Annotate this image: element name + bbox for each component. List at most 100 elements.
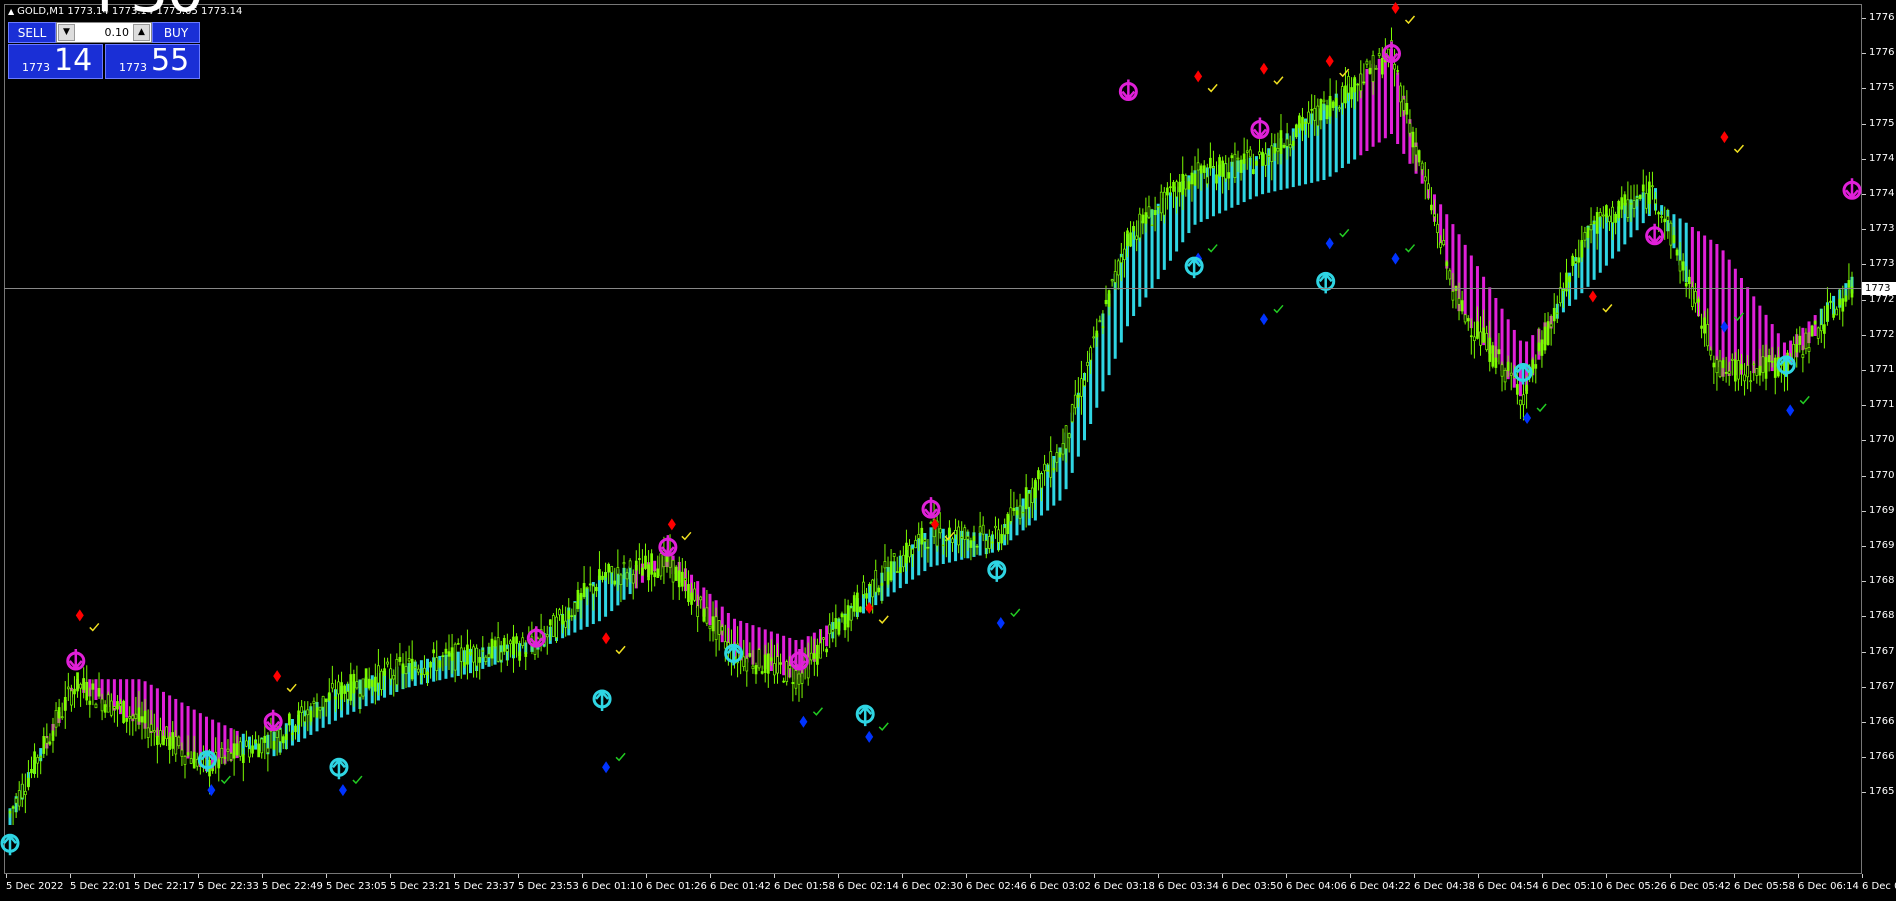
- candle-body: [595, 587, 598, 592]
- candle-body: [938, 528, 942, 534]
- candle-body: [327, 692, 331, 701]
- candle-body: [1654, 198, 1657, 205]
- candle-body: [1743, 374, 1746, 382]
- candle-body: [610, 566, 614, 573]
- candle-body: [585, 587, 589, 589]
- time-tick: [1606, 874, 1607, 878]
- candle-body: [1334, 97, 1338, 107]
- price-tick: [1862, 18, 1866, 19]
- candle-body: [1657, 212, 1660, 215]
- collapse-triangle-icon[interactable]: ▲: [8, 7, 14, 16]
- candle-body: [1070, 404, 1074, 423]
- candle-body: [723, 641, 727, 649]
- candle-body: [398, 657, 402, 662]
- candle-body: [134, 713, 138, 719]
- candle-body: [235, 743, 239, 756]
- candle-body: [776, 656, 779, 674]
- candle-body: [149, 724, 153, 732]
- candle-body: [791, 682, 795, 685]
- time-tick: [1670, 874, 1671, 878]
- sell-price-button[interactable]: 1773 14: [8, 43, 103, 79]
- candle-body: [766, 653, 770, 674]
- buy-price-button[interactable]: 1773 55: [105, 43, 200, 79]
- buy-button[interactable]: BUY: [152, 22, 200, 43]
- candle-body: [499, 651, 503, 661]
- candle-body: [51, 730, 55, 741]
- candle-body: [984, 540, 988, 549]
- candle-body: [226, 748, 230, 752]
- time-label: 6 Dec 04:22: [1350, 881, 1411, 892]
- candle-body: [1829, 300, 1832, 303]
- candle-body: [1224, 163, 1228, 180]
- candle-body: [1190, 172, 1194, 185]
- candle-body: [1405, 103, 1409, 115]
- price-label: 1775: [1869, 82, 1895, 94]
- candle-body: [558, 609, 561, 616]
- candle-body: [1132, 225, 1135, 232]
- candle-body: [1003, 527, 1007, 536]
- candle-body: [1552, 307, 1556, 322]
- candle-body: [459, 647, 463, 662]
- red-diamond-marker: [1720, 131, 1729, 144]
- price-axis[interactable]: 1776 1776 1775 1775 1774 1774 1773 1773 1772 1772…: [1862, 0, 1896, 874]
- time-tick: [1862, 874, 1863, 878]
- time-label: 6 Dec 06:14: [1798, 881, 1859, 892]
- candle-body: [524, 652, 528, 657]
- price-chart[interactable]: [0, 0, 1862, 874]
- candle-body: [321, 695, 325, 708]
- candle-body: [1288, 144, 1292, 149]
- candle-body: [831, 629, 835, 633]
- candle-body: [763, 654, 767, 674]
- time-tick: [454, 874, 455, 878]
- candle-body: [1580, 240, 1584, 258]
- time-label: 6 Dec 01:58: [774, 881, 835, 892]
- lot-decrease-icon[interactable]: ▼: [58, 24, 75, 41]
- candle-body: [1178, 181, 1182, 193]
- lot-size-input[interactable]: [77, 23, 129, 42]
- candle-body: [447, 651, 451, 657]
- price-tick: [1862, 686, 1866, 688]
- candle-body: [490, 638, 494, 659]
- candle-body: [515, 636, 518, 644]
- candle-body: [619, 574, 623, 585]
- sell-button[interactable]: SELL: [8, 22, 56, 43]
- candle-body: [1473, 336, 1476, 342]
- candle-body: [97, 688, 101, 697]
- candle-body: [370, 680, 374, 687]
- candle-body: [481, 650, 485, 652]
- candle-body: [702, 609, 706, 622]
- price-tick: [1862, 510, 1866, 512]
- candle-body: [1052, 467, 1056, 471]
- candle-body: [1522, 394, 1525, 405]
- price-tick: [1862, 299, 1866, 301]
- candle-body: [607, 563, 611, 573]
- candle-body: [502, 637, 506, 652]
- candle-body: [1816, 327, 1820, 339]
- lot-increase-icon[interactable]: ▲: [133, 24, 150, 41]
- candle-body: [687, 584, 690, 603]
- candle-body: [898, 567, 902, 574]
- candle-body: [656, 568, 660, 578]
- time-tick: [1030, 874, 1031, 878]
- candle-body: [165, 726, 168, 740]
- candle-body: [552, 615, 555, 637]
- candle-body: [1251, 169, 1255, 174]
- candle-body: [1733, 359, 1737, 382]
- candle-body: [152, 730, 156, 733]
- time-axis[interactable]: 5 Dec 2022 5 Dec 22:01 5 Dec 22:17 5 Dec 22…: [0, 874, 1896, 901]
- red-diamond-marker: [1259, 62, 1268, 75]
- time-tick: [838, 874, 839, 878]
- yellow-check-icon: [286, 683, 297, 693]
- candle-body: [1356, 83, 1360, 86]
- candle-body: [1325, 105, 1329, 120]
- candle-body: [1162, 191, 1166, 216]
- candle-body: [245, 740, 248, 747]
- candle-body: [1374, 67, 1378, 70]
- green-check-icon: [1799, 395, 1810, 405]
- time-tick: [966, 874, 967, 878]
- blue-diamond-marker: [996, 617, 1005, 630]
- candle-body: [1242, 153, 1246, 164]
- candle-body: [346, 691, 350, 700]
- candle-body: [496, 637, 500, 662]
- green-check-icon: [1536, 403, 1547, 413]
